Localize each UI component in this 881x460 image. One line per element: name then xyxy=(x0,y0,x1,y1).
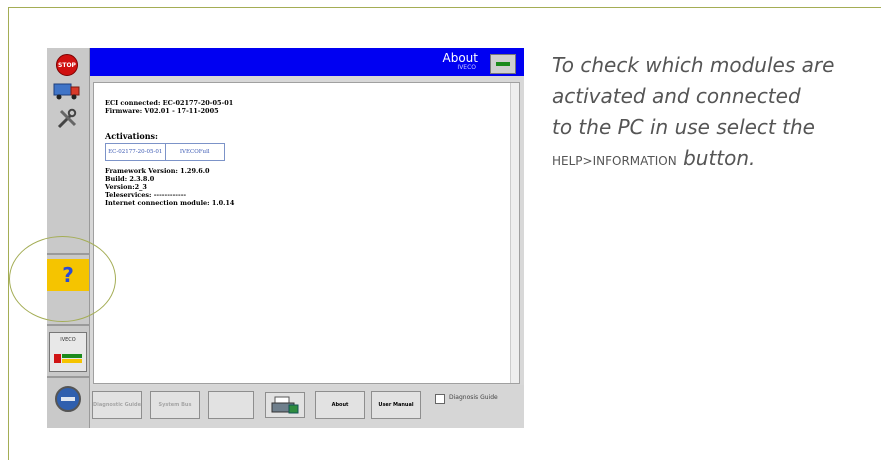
gt-symbol: > xyxy=(582,154,593,168)
about-panel: ECI connected: EC-02177-20-05-01 Firmwar… xyxy=(93,82,520,384)
framework-version-text: Framework Version: 1.29.6.0 xyxy=(105,167,210,175)
iveco-module-button[interactable]: IVECO xyxy=(49,332,87,372)
globe-icon[interactable] xyxy=(55,386,81,412)
stop-icon: STOP xyxy=(56,54,78,76)
iveco-module-icon xyxy=(54,354,82,363)
sidebar-separator xyxy=(47,324,89,326)
tools-icon xyxy=(57,108,77,129)
diagnosis-guide-checkbox[interactable]: Diagnosis Guide xyxy=(435,394,498,404)
sidebar-separator xyxy=(47,376,89,378)
information-word: INFORMATION xyxy=(592,154,677,168)
about-button[interactable]: About xyxy=(315,391,365,419)
activation-cell: EC-02177-20-05-01 xyxy=(108,149,163,155)
instruction-line: activated and connected xyxy=(552,84,801,108)
tools-button[interactable] xyxy=(51,106,83,132)
button-word: button. xyxy=(683,146,756,170)
user-manual-button[interactable]: User Manual xyxy=(371,391,421,419)
version-text: Version:2_3 xyxy=(105,183,147,191)
instruction-line: to the PC in use select the xyxy=(552,115,815,139)
app-window: STOP ? IVECO About IVECO ECI connected: … xyxy=(47,48,524,428)
iveco-module-label: IVECO xyxy=(60,337,76,343)
window-title: About xyxy=(442,51,478,65)
blank-button[interactable] xyxy=(208,391,254,419)
frame-top-line xyxy=(8,7,881,8)
printer-icon xyxy=(271,396,299,414)
firmware-text: Firmware: V02.01 - 17-11-2005 xyxy=(105,107,219,115)
frame-left-line xyxy=(8,7,9,460)
teleservices-text: Teleservices: ------------ xyxy=(105,191,187,199)
instruction-text: To check which modules are activated and… xyxy=(552,50,852,177)
diagnostic-guide-button[interactable]: Diagnostic Guide xyxy=(92,391,142,419)
vertical-scrollbar[interactable] xyxy=(510,83,519,383)
status-indicator xyxy=(496,62,510,66)
status-toggle-button[interactable] xyxy=(490,54,516,74)
build-text: Build: 2.3.8.0 xyxy=(105,175,155,183)
diagnosis-guide-label: Diagnosis Guide xyxy=(449,394,498,401)
truck-button[interactable] xyxy=(51,78,83,104)
internet-module-text: Internet connection module: 1.0.14 xyxy=(105,199,235,207)
activations-table: EC-02177-20-05-01 IVECOFull xyxy=(105,143,225,161)
activation-cell: IVECOFull xyxy=(164,144,225,160)
instruction-line: To check which modules are xyxy=(552,53,835,77)
instruction-line: HELP>INFORMATION button. xyxy=(552,143,852,177)
system-bus-button[interactable]: System Bus xyxy=(150,391,200,419)
stop-button[interactable]: STOP xyxy=(51,52,83,78)
checkbox-box[interactable] xyxy=(435,394,445,404)
print-button[interactable] xyxy=(265,392,305,418)
truck-icon xyxy=(53,83,80,100)
eci-connected-text: ECI connected: EC-02177-20-05-01 xyxy=(105,99,234,107)
help-highlight-circle xyxy=(9,236,116,322)
footer-toolbar: Diagnostic Guide System Bus About User M… xyxy=(90,385,524,428)
help-word: HELP xyxy=(552,154,583,168)
title-bar: About IVECO xyxy=(90,48,524,76)
window-subtitle: IVECO xyxy=(457,64,476,71)
activations-heading: Activations: xyxy=(105,131,158,141)
